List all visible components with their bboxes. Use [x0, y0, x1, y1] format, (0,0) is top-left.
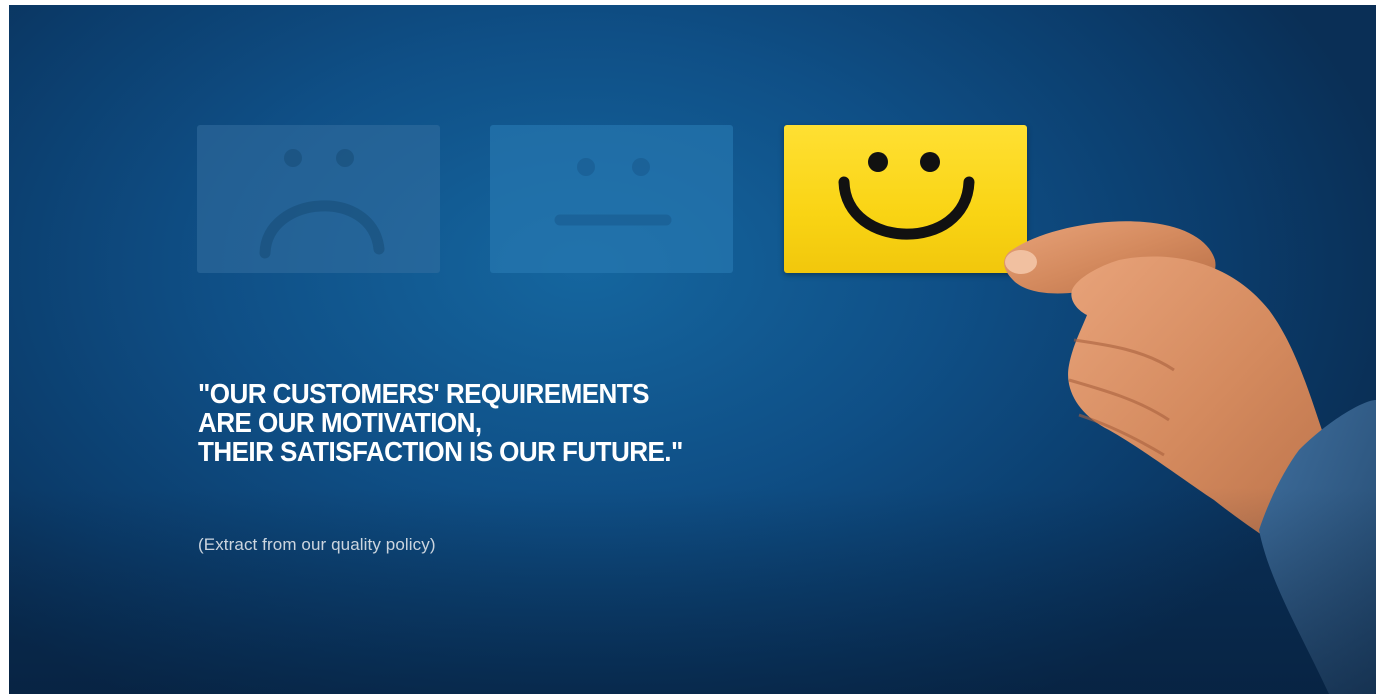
hand-holding-card-image [1004, 221, 1376, 694]
quote-line-2: ARE OUR MOTIVATION, [198, 407, 482, 438]
quote-source: (Extract from our quality policy) [198, 535, 436, 554]
quote-headline: "OUR CUSTOMERS' REQUIREMENTS ARE OUR MOT… [198, 379, 683, 466]
sad-face-icon [259, 149, 385, 259]
quote-line-1: "OUR CUSTOMERS' REQUIREMENTS [198, 378, 650, 409]
sad-card [197, 125, 440, 273]
neutral-card [490, 125, 733, 273]
hero-banner: "OUR CUSTOMERS' REQUIREMENTS ARE OUR MOT… [9, 5, 1376, 694]
quote-line-3: THEIR SATISFACTION IS OUR FUTURE." [198, 436, 683, 467]
neutral-face-icon [554, 158, 672, 226]
